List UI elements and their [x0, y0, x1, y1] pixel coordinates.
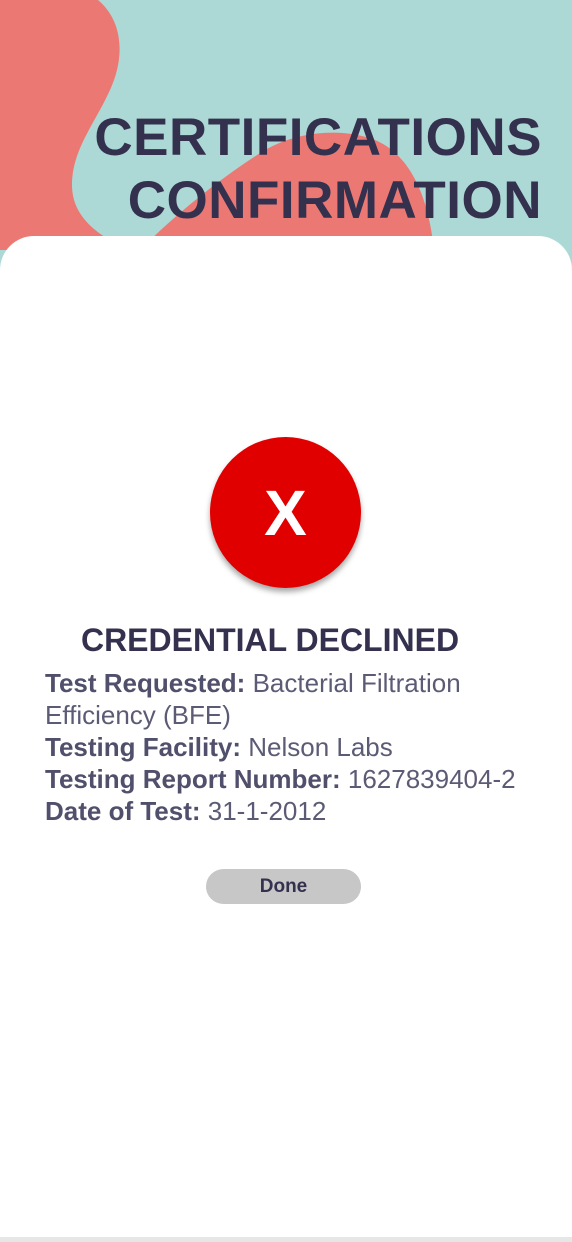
detail-value: 1627839404-2 [347, 764, 516, 794]
bottom-edge [0, 1237, 572, 1242]
declined-status-badge: X [210, 437, 361, 588]
page-title-line-2: CONFIRMATION [127, 171, 542, 230]
status-title: CREDENTIAL DECLINED [80, 622, 460, 658]
detail-label: Testing Facility: [45, 732, 241, 762]
test-details: Test Requested: Bacterial Filtration Eff… [45, 667, 545, 827]
detail-date-of-test: Date of Test: 31-1-2012 [45, 795, 545, 827]
x-mark-icon: X [264, 476, 307, 549]
done-button[interactable]: Done [206, 869, 361, 904]
detail-report-number: Testing Report Number: 1627839404-2 [45, 763, 545, 795]
detail-test-requested: Test Requested: Bacterial Filtration Eff… [45, 667, 545, 731]
detail-label: Testing Report Number: [45, 764, 341, 794]
detail-value: Nelson Labs [248, 732, 393, 762]
certification-confirmation-screen: CERTIFICATIONS CONFIRMATION X CREDENTIAL… [0, 0, 572, 1242]
detail-testing-facility: Testing Facility: Nelson Labs [45, 731, 545, 763]
detail-label: Date of Test: [45, 796, 201, 826]
detail-label: Test Requested: [45, 668, 246, 698]
detail-value: 31-1-2012 [207, 796, 327, 826]
page-title: CERTIFICATIONS CONFIRMATION [94, 106, 542, 232]
page-title-line-1: CERTIFICATIONS [94, 108, 542, 167]
